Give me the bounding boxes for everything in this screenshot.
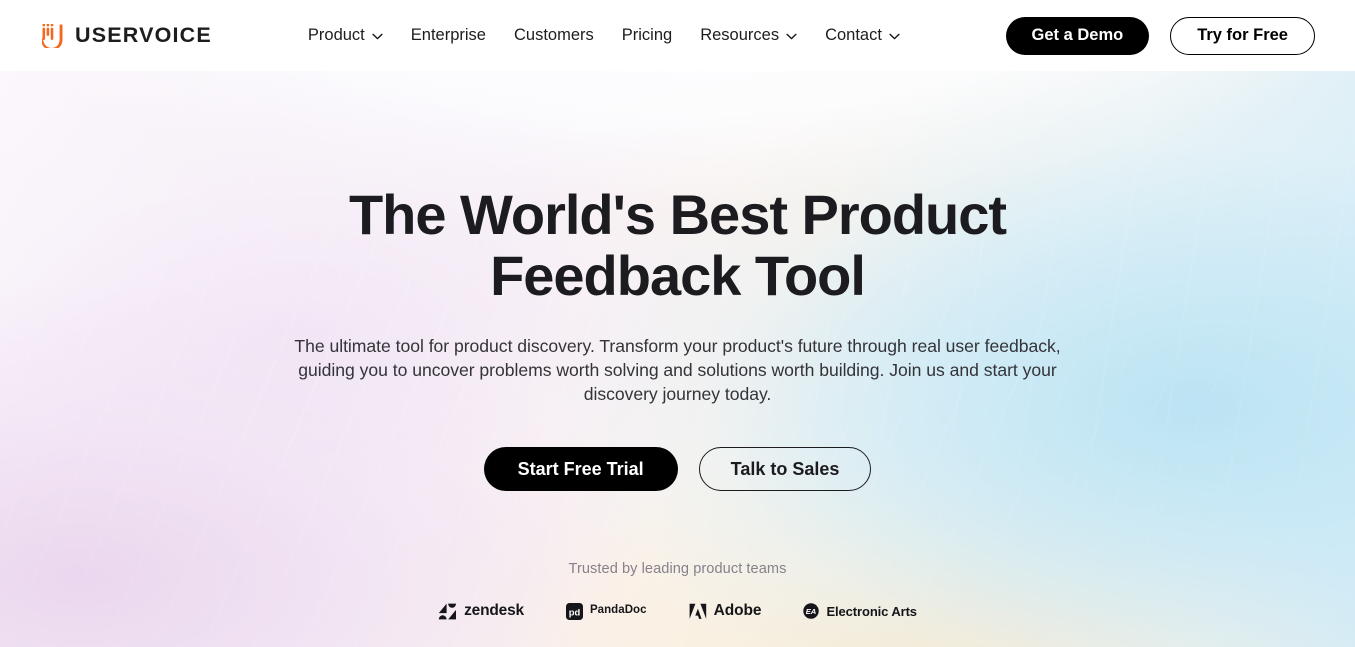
nav-item-label: Resources [700,26,780,45]
chevron-down-icon [889,33,900,40]
brand-logo-link[interactable]: USERVOICE [42,22,212,48]
partner-logo-label: zendesk [464,602,524,620]
uservoice-logo-icon [42,23,63,48]
svg-text:EA: EA [806,607,817,616]
pandadoc-logo-icon: pd [565,602,583,620]
nav-item-enterprise[interactable]: Enterprise [397,19,500,52]
partner-logo-adobe: Adobe [689,603,762,620]
partner-logo-zendesk: zendesk [438,603,524,620]
partner-logo-pandadoc: pd PandaDoc [565,602,647,620]
nav-item-resources[interactable]: Resources [686,19,811,52]
chevron-down-icon [372,33,383,40]
adobe-logo-icon [689,603,706,619]
trusted-by-section: Trusted by leading product teams zendesk [0,562,1355,620]
hero-content: The World's Best Product Feedback Tool T… [0,71,1355,620]
partner-logo-label: Adobe [713,602,762,620]
nav-item-label: Enterprise [410,26,486,45]
hero-subtitle: The ultimate tool for product discovery.… [294,336,1061,404]
nav-item-label: Product [307,26,365,45]
svg-text:pd: pd [569,606,581,617]
chevron-down-icon [786,33,797,40]
try-for-free-button[interactable]: Try for Free [1170,16,1315,55]
page-root: USERVOICE Product Enterprise Customers P… [0,0,1355,647]
main-navigation: Product Enterprise Customers Pricing Res… [294,19,914,52]
nav-item-label: Pricing [621,26,673,45]
nav-item-label: Contact [825,26,882,45]
start-free-trial-button[interactable]: Start Free Trial [483,447,678,491]
hero-cta-group: Start Free Trial Talk to Sales [0,447,1355,491]
partner-logo-label: Electronic Arts [826,603,917,619]
hero-title-line-2: Feedback Tool [490,244,866,307]
header-actions: Get a Demo Try for Free [1005,16,1315,55]
brand-name: USERVOICE [75,22,212,47]
nav-item-customers[interactable]: Customers [500,19,608,52]
nav-item-product[interactable]: Product [294,19,397,52]
hero-section: The World's Best Product Feedback Tool T… [0,71,1355,647]
partner-logo-row: zendesk pd PandaDoc Adobe EA Electronic … [0,602,1355,620]
page-title: The World's Best Product Feedback Tool [298,184,1058,306]
site-header: USERVOICE Product Enterprise Customers P… [0,0,1355,71]
hero-title-line-1: The World's Best Product [348,183,1007,246]
nav-item-pricing[interactable]: Pricing [608,19,686,52]
nav-item-label: Customers [513,26,594,45]
nav-item-contact[interactable]: Contact [811,19,914,52]
partner-logo-label: PandaDoc [589,604,647,617]
get-a-demo-button[interactable]: Get a Demo [1005,16,1150,55]
partner-logo-electronic-arts: EA Electronic Arts [803,603,917,619]
ea-logo-icon: EA [803,603,820,619]
trusted-by-label: Trusted by leading product teams [568,561,787,577]
zendesk-logo-icon [438,603,457,619]
talk-to-sales-button[interactable]: Talk to Sales [698,447,872,491]
